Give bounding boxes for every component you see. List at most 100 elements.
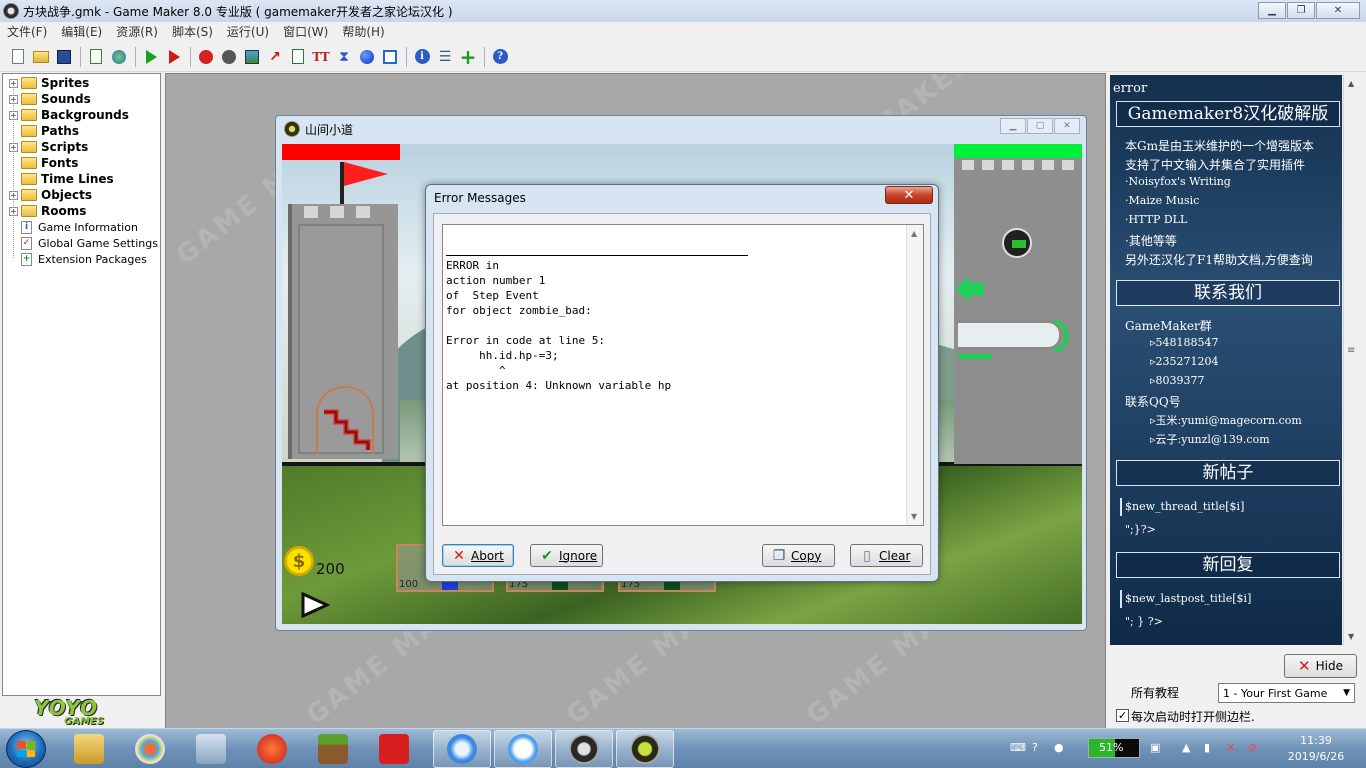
group-number[interactable]: ▹235271204 (1150, 355, 1219, 368)
tray-app-icon[interactable]: ● (1054, 741, 1068, 755)
expand-icon[interactable]: + (9, 190, 18, 200)
network-signal-icon[interactable]: ▮ (1204, 741, 1218, 755)
scroll-grip-icon[interactable]: ≡ (1347, 345, 1355, 356)
show-hidden-icons-icon[interactable]: ▲ (1182, 741, 1196, 755)
taskbar-game[interactable] (616, 730, 674, 768)
tree-folder-scripts[interactable]: + Scripts (9, 139, 88, 155)
intro-line[interactable]: ·HTTP DLL (1125, 213, 1187, 226)
error-scrollbar[interactable]: ▲ ▼ (906, 225, 923, 525)
add-object-icon[interactable] (356, 46, 378, 68)
taskbar-gamemaker[interactable] (555, 730, 613, 768)
add-path-icon[interactable]: ↗ (264, 46, 286, 68)
game-minimize-button[interactable]: ▁ (1000, 118, 1026, 134)
menu-scripts[interactable]: 脚本(S) (165, 23, 220, 40)
error-messages-dialog[interactable]: Error Messages ✕ ERROR in action number … (425, 184, 939, 582)
open-folder-icon[interactable] (30, 46, 52, 68)
group-number[interactable]: ▹548188547 (1150, 336, 1219, 349)
menu-help[interactable]: 帮助(H) (335, 23, 391, 40)
run-debug-icon[interactable] (163, 46, 185, 68)
extension-icon[interactable]: + (457, 46, 479, 68)
menu-file[interactable]: 文件(F) (0, 23, 54, 40)
save-disk-icon[interactable] (53, 46, 75, 68)
start-button[interactable] (6, 730, 46, 768)
taskbar-explorer[interactable] (60, 730, 118, 768)
tutorial-select[interactable]: 1 - Your First Game ▼ (1218, 683, 1355, 703)
taskbar-flash[interactable] (243, 730, 301, 768)
tree-folder-sounds[interactable]: + Sounds (9, 91, 91, 107)
new-file-icon[interactable] (7, 46, 29, 68)
startup-checkbox[interactable]: ✓ (1116, 709, 1129, 722)
news-panel[interactable]: error Gamemaker8汉化破解版 本Gm是由玉米维护的一个增强版本 支… (1110, 75, 1342, 645)
new-reply-link[interactable]: $new_lastpost_title[$i] (1125, 592, 1251, 605)
battery-meter[interactable]: 51% (1088, 738, 1140, 758)
network-error-icon[interactable]: ✕ (1226, 741, 1240, 755)
expand-icon[interactable]: + (9, 94, 18, 104)
power-plug-icon[interactable]: ▣ (1150, 741, 1164, 755)
add-room-icon[interactable] (379, 46, 401, 68)
abort-button[interactable]: ✕ Abort (442, 544, 514, 567)
add-background-icon[interactable] (241, 46, 263, 68)
app-title-bar[interactable]: 方块战争.gmk - Game Maker 8.0 专业版 ( gamemake… (0, 0, 1366, 22)
add-timeline-icon[interactable]: ⧗ (333, 46, 355, 68)
keyboard-icon[interactable]: ⌨ (1010, 741, 1026, 755)
news-scrollbar[interactable]: ▲ ≡ ▼ (1343, 75, 1359, 645)
clear-button[interactable]: ▯ Clear (850, 544, 923, 567)
tree-folder-fonts[interactable]: Fonts (21, 155, 78, 171)
qq-contact[interactable]: ▹云子:yunzl@139.com (1150, 431, 1270, 447)
help-icon[interactable]: ? (489, 46, 511, 68)
taskbar-cloud[interactable] (494, 730, 552, 768)
hide-sidebar-button[interactable]: ✕ Hide (1284, 654, 1357, 678)
scroll-up-icon[interactable]: ▲ (911, 229, 917, 238)
expand-icon[interactable]: + (9, 206, 18, 216)
web-globe-icon[interactable] (108, 46, 130, 68)
add-font-icon[interactable]: TT (310, 46, 332, 68)
tree-folder-timelines[interactable]: Time Lines (21, 171, 114, 187)
add-script-icon[interactable] (287, 46, 309, 68)
tree-folder-sprites[interactable]: + Sprites (9, 75, 89, 91)
publish-icon[interactable] (85, 46, 107, 68)
dialog-close-button[interactable]: ✕ (885, 186, 933, 204)
game-info-icon[interactable]: i (411, 46, 433, 68)
game-restore-button[interactable]: ▢ (1027, 118, 1053, 134)
taskbar-paint[interactable] (121, 730, 179, 768)
expand-icon[interactable]: + (9, 142, 18, 152)
qq-contact[interactable]: ▹玉米:yumi@magecorn.com (1150, 412, 1302, 428)
add-sprite-icon[interactable] (195, 46, 217, 68)
help-circle-icon[interactable]: ? (1032, 741, 1046, 755)
menu-window[interactable]: 窗口(W) (276, 23, 335, 40)
error-text-area[interactable]: ERROR in action number 1 of Step Event f… (442, 224, 924, 526)
tree-game-information[interactable]: i Game Information (21, 219, 138, 235)
taskbar-clock[interactable]: 11:39 2019/6/26 (1284, 733, 1348, 765)
play-speed-icon[interactable] (300, 592, 330, 618)
menu-run[interactable]: 运行(U) (220, 23, 276, 40)
ignore-button[interactable]: ✔ Ignore (530, 544, 603, 567)
run-icon[interactable] (140, 46, 162, 68)
taskbar-netease-music[interactable] (365, 730, 423, 768)
new-thread-link[interactable]: $new_thread_title[$i] (1125, 500, 1244, 513)
expand-icon[interactable]: + (9, 78, 18, 88)
tree-global-game-settings[interactable]: ✓ Global Game Settings (21, 235, 158, 251)
tree-folder-paths[interactable]: Paths (21, 123, 79, 139)
tree-folder-rooms[interactable]: + Rooms (9, 203, 86, 219)
taskbar-minecraft[interactable] (304, 730, 362, 768)
minimize-button[interactable]: ▁ (1258, 2, 1286, 19)
tree-extension-packages[interactable]: + Extension Packages (21, 251, 147, 267)
add-sound-icon[interactable] (218, 46, 240, 68)
scroll-up-icon[interactable]: ▲ (1348, 79, 1354, 88)
tree-folder-backgrounds[interactable]: + Backgrounds (9, 107, 129, 123)
scroll-down-icon[interactable]: ▼ (911, 512, 917, 521)
close-button[interactable]: ✕ (1316, 2, 1360, 19)
scroll-down-icon[interactable]: ▼ (1348, 632, 1354, 641)
copy-button[interactable]: ❐ Copy (762, 544, 835, 567)
intro-line[interactable]: ·Maize Music (1125, 194, 1199, 207)
taskbar-calculator[interactable] (182, 730, 240, 768)
intro-line[interactable]: ·Noisyfox's Writing (1125, 175, 1231, 188)
tree-folder-objects[interactable]: + Objects (9, 187, 92, 203)
volume-muted-icon[interactable]: ⊘ (1248, 741, 1262, 755)
menu-edit[interactable]: 编辑(E) (54, 23, 109, 40)
restore-button[interactable]: ❐ (1287, 2, 1315, 19)
group-number[interactable]: ▹8039377 (1150, 374, 1205, 387)
menu-resources[interactable]: 资源(R) (109, 23, 165, 40)
resource-tree[interactable]: + Sprites + Sounds + Backgrounds Paths + Scr… (2, 73, 161, 696)
taskbar-browser[interactable] (433, 730, 491, 768)
